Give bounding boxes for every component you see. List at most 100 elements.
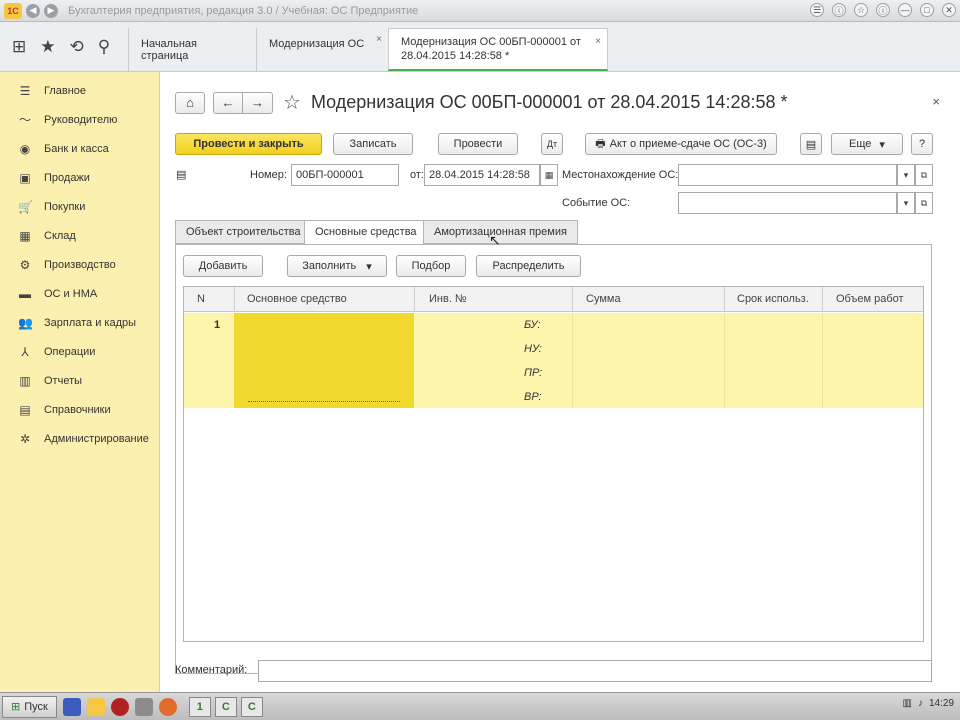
favorites-icon[interactable]: ★ — [40, 37, 55, 57]
start-button[interactable]: ⊞ Пуск — [2, 695, 57, 718]
warehouse-icon: ▦ — [19, 228, 31, 243]
windows-logo-icon: ⊞ — [11, 701, 21, 713]
sidebar-item-sales[interactable]: ▣ Продажи — [0, 163, 159, 192]
menu-icon[interactable]: ☰ — [810, 3, 824, 17]
history-icon[interactable]: ⟲ — [70, 37, 84, 57]
location-field[interactable] — [678, 164, 897, 186]
sidebar: ☰ Главное 〜 Руководителю ◉ Банк и касса ▣ Пр… — [0, 72, 160, 692]
tab-doc-label-line2: 28.04.2015 14:28:58 * — [401, 50, 510, 62]
more-button[interactable]: Еще ▾ — [831, 133, 903, 155]
post-and-close-button[interactable]: Провести и закрыть — [175, 133, 322, 155]
sidebar-item-operations[interactable]: ⅄ Операции — [0, 337, 159, 366]
app-logo: 1С — [4, 2, 22, 19]
back-icon[interactable]: ◀ — [26, 3, 40, 18]
forward-icon[interactable]: ▶ — [44, 3, 58, 18]
fixed-asset-cell[interactable] — [234, 313, 414, 408]
column-fixed-asset[interactable]: Основное средство — [247, 293, 347, 305]
window-title: Бухгалтерия предприятия, редакция 3.0 / … — [68, 4, 419, 17]
sidebar-item-administration[interactable]: ✲ Администрирование — [0, 424, 159, 453]
date-field[interactable]: 28.04.2015 14:28:58 — [424, 164, 540, 186]
attachment-icon[interactable]: ▤ — [176, 168, 186, 181]
sidebar-item-fixed-assets[interactable]: ▬ ОС и НМА — [0, 279, 159, 308]
network-icon[interactable]: ▥ — [903, 698, 912, 709]
menu-icon: ☰ — [19, 83, 31, 98]
taskbar-app-c1[interactable]: C — [214, 696, 237, 717]
info-icon[interactable]: ⓘ — [832, 3, 846, 17]
chevron-down-icon[interactable]: ▾ — [897, 192, 915, 214]
home-button[interactable]: ⌂ — [175, 91, 205, 114]
close-icon[interactable]: × — [376, 34, 382, 45]
pick-button[interactable]: Подбор — [396, 255, 466, 277]
sidebar-item-label: Покупки — [44, 200, 86, 213]
sidebar-item-directories[interactable]: ▤ Справочники — [0, 395, 159, 424]
quicklaunch-icon[interactable] — [62, 697, 81, 716]
close-icon[interactable]: ✕ — [942, 3, 956, 17]
open-icon[interactable]: ⧉ — [915, 192, 933, 214]
account-label-bu: БУ: — [524, 319, 541, 331]
close-icon[interactable]: × — [595, 35, 601, 49]
sidebar-item-payroll[interactable]: 👥 Зарплата и кадры — [0, 308, 159, 337]
distribute-button[interactable]: Распределить — [476, 255, 581, 277]
table-row[interactable]: 1 БУ: НУ: ПР: ВР: — [184, 313, 923, 408]
minimize-icon[interactable]: — — [898, 3, 912, 17]
sidebar-item-reports[interactable]: ▥ Отчеты — [0, 366, 159, 395]
report-button[interactable]: ▤ — [800, 133, 822, 155]
maximize-icon[interactable]: □ — [920, 3, 934, 17]
taskbar-app-onec[interactable]: 1 — [188, 696, 211, 717]
media-icon[interactable] — [158, 697, 177, 716]
subtab-fixed-assets[interactable]: Основные средства — [304, 220, 428, 245]
back-button[interactable]: ← — [213, 91, 243, 114]
column-sum[interactable]: Сумма — [586, 293, 621, 305]
volume-icon[interactable]: ♪ — [918, 698, 923, 709]
star-icon[interactable]: ☆ — [283, 90, 301, 115]
tool-icon[interactable] — [134, 697, 153, 716]
page-title: Модернизация ОС 00БП-000001 от 28.04.201… — [310, 92, 788, 112]
column-useful-life[interactable]: Срок использ. — [737, 293, 809, 305]
sidebar-item-label: Справочники — [44, 403, 111, 416]
chevron-down-icon[interactable]: ▾ — [897, 164, 915, 186]
taskbar-app-c2[interactable]: C — [240, 696, 263, 717]
sidebar-item-production[interactable]: ⚙ Производство — [0, 250, 159, 279]
comment-label: Комментарий: — [175, 664, 248, 676]
tab-home-label: Начальная страница — [141, 38, 197, 62]
column-n[interactable]: N — [197, 293, 205, 305]
coin-icon: ◉ — [19, 141, 31, 156]
comment-field[interactable] — [258, 660, 932, 682]
tab-home[interactable]: Начальная страница — [128, 28, 256, 71]
event-field[interactable] — [678, 192, 897, 214]
post-button[interactable]: Провести — [438, 133, 518, 155]
fill-button[interactable]: Заполнить ▾ — [287, 255, 387, 277]
tab-modernization-doc[interactable]: Модернизация ОС 00БП-000001 от 28.04.201… — [388, 28, 608, 71]
search-icon[interactable]: ⚲ — [98, 37, 110, 57]
calendar-icon[interactable]: ▦ — [540, 164, 558, 186]
open-icon[interactable]: ⧉ — [915, 164, 933, 186]
onec-icon[interactable] — [86, 697, 105, 716]
add-button[interactable]: Добавить — [183, 255, 263, 277]
subtab-construction-object[interactable]: Объект строительства — [175, 220, 312, 244]
save-button[interactable]: Записать — [333, 133, 413, 155]
dt-kt-button[interactable]: Дт — [541, 133, 563, 155]
column-work-volume[interactable]: Объем работ — [836, 293, 904, 305]
tab-doc-label-line1: Модернизация ОС 00БП-000001 от — [401, 36, 581, 48]
apps-grid-icon[interactable]: ⊞ — [12, 37, 26, 57]
sidebar-item-purchases[interactable]: 🛒 Покупки — [0, 192, 159, 221]
account-label-vr: ВР: — [524, 391, 542, 403]
table-header: N Основное средство Инв. № Сумма Срок ис… — [184, 287, 923, 312]
sidebar-item-bank[interactable]: ◉ Банк и касса — [0, 134, 159, 163]
column-inventory-number[interactable]: Инв. № — [429, 293, 467, 305]
tab-modernization-list-label: Модернизация ОС — [269, 38, 365, 50]
help-button[interactable]: ? — [911, 133, 933, 155]
close-icon[interactable]: × — [932, 94, 940, 109]
favorite-icon[interactable]: ☆ — [854, 3, 868, 17]
arrow-right-icon: → — [251, 95, 264, 110]
sidebar-item-manager[interactable]: 〜 Руководителю — [0, 105, 159, 134]
browser-icon[interactable] — [110, 697, 129, 716]
sidebar-item-warehouse[interactable]: ▦ Склад — [0, 221, 159, 250]
print-act-button[interactable]: 🖶 Акт о приеме-сдаче ОС (ОС-3) — [585, 133, 777, 155]
sidebar-item-main[interactable]: ☰ Главное — [0, 76, 159, 105]
number-field[interactable]: 00БП-000001 — [291, 164, 399, 186]
tab-modernization-list[interactable]: Модернизация ОС × — [256, 28, 388, 71]
forward-button[interactable]: → — [243, 91, 273, 114]
about-icon[interactable]: ⓘ — [876, 3, 890, 17]
arrow-left-icon: ← — [221, 95, 235, 110]
